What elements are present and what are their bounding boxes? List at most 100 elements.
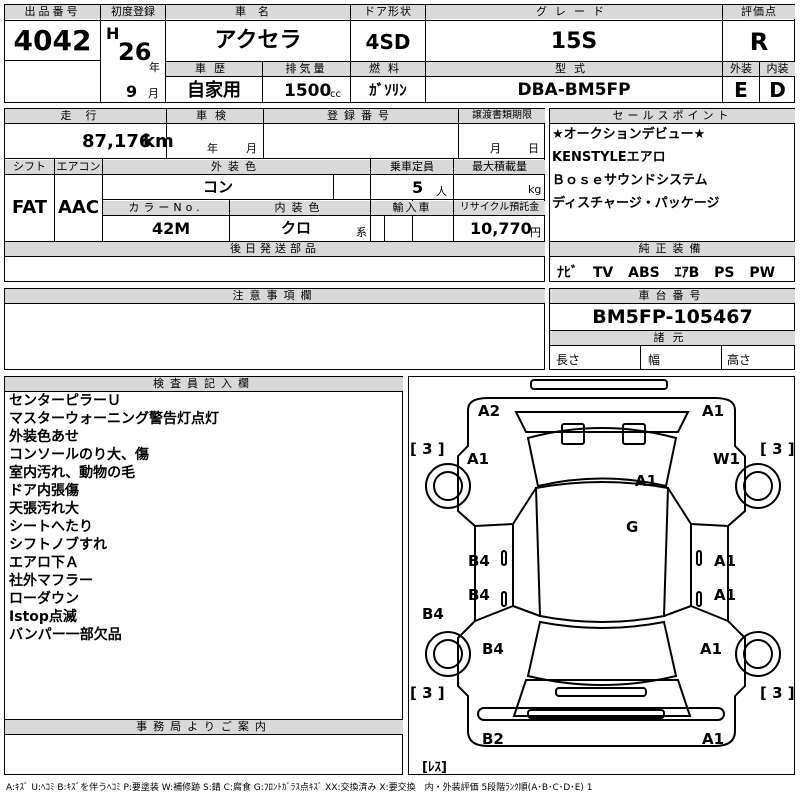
displacement: 1500	[284, 81, 332, 101]
header-equipment: 純正装備	[550, 242, 795, 256]
equipment-item: ｴｱB	[674, 265, 700, 281]
color-no-value: 42M	[152, 219, 191, 238]
recycle-unit: 円	[530, 226, 541, 239]
tread-label-front-right: [ 3 ]	[760, 440, 795, 458]
sales-point-item: ★オークションデビュー★	[552, 127, 706, 142]
mark-rocker-left: B4	[422, 605, 444, 623]
shift-value: FAT	[11, 197, 48, 218]
reg-year: 26	[118, 38, 152, 66]
score: R	[749, 28, 769, 56]
equipment-item: TV	[592, 265, 614, 281]
header-max-load: 最大積載量	[454, 160, 545, 174]
deadline-month-unit: 月	[490, 142, 501, 155]
displacement-unit: cc	[330, 89, 341, 100]
inspector-note: 天張汚れ大	[9, 501, 79, 517]
recycle-value: 10,770	[470, 219, 532, 238]
exterior-grade: E	[734, 78, 748, 102]
header-history: 車歴	[166, 62, 262, 76]
header-mileage: 走行	[5, 109, 166, 123]
header-chassis: 車台番号	[550, 289, 795, 303]
header-first-reg: 初度登録	[101, 5, 165, 19]
mark-fender-right: W1	[713, 450, 740, 468]
inspector-note: コンソールのり大、傷	[9, 447, 149, 463]
month-unit: 月	[148, 87, 159, 100]
model-code: DBA-BM5FP	[517, 80, 631, 100]
header-color-no: カラーNo.	[103, 201, 229, 215]
header-interior: 内装	[760, 62, 795, 76]
capacity-unit: 人	[436, 185, 447, 198]
header-recycle: リサイクル預託金	[454, 201, 545, 215]
tread-label-front-left: [ 3 ]	[410, 440, 445, 458]
mark-rear-left: B2	[482, 730, 504, 748]
inspector-note: Istop点滅	[9, 609, 77, 625]
legend: A:ｷｽﾞ U:ﾍｺﾐ B:ｷｽﾞを伴うﾍｺﾐ P:要塗装 W:補修跡 S:錆 …	[6, 783, 593, 793]
car-diagram: [ 3 ] [ 3 ] [ 3 ] [ 3 ] [ﾚｽ] A2 A1 A1 W1…	[410, 379, 795, 775]
reg-month: 9	[126, 82, 138, 101]
inspector-note: シートへたり	[9, 519, 93, 535]
capacity-value: 5	[412, 178, 424, 197]
int-color-value: クロ	[281, 219, 312, 237]
inspection-month-unit: 月	[246, 142, 257, 155]
header-reg-no: 登録番号	[264, 109, 458, 123]
header-dimensions: 諸元	[550, 331, 795, 345]
mark-front-door-right: A1	[714, 552, 736, 570]
header-shift: シフト	[5, 160, 54, 174]
history: 自家用	[187, 80, 241, 101]
load-unit: kg	[528, 183, 542, 196]
header-exterior: 外装	[723, 62, 759, 76]
mark-rear-fender-right: A1	[700, 640, 722, 658]
sales-point-item: KENSTYLEエアロ	[552, 150, 666, 165]
mark-front-left: A2	[478, 402, 500, 420]
mark-rear-fender-left: B4	[482, 640, 504, 658]
header-lot-no: 出品番号	[5, 5, 100, 19]
inspector-note: 外装色あせ	[9, 429, 79, 445]
header-notes: 注意事項欄	[5, 289, 545, 303]
inspector-note: バンパー一部欠品	[9, 627, 122, 643]
mark-hood: A1	[635, 472, 657, 490]
equipment-item: PW	[749, 265, 776, 281]
deadline-day-unit: 日	[528, 142, 539, 155]
inspector-note: ローダウン	[9, 591, 79, 607]
grade: 15S	[550, 29, 598, 54]
height-label: 高さ	[727, 353, 752, 367]
inspector-note: 室内汚れ、動物の毛	[9, 465, 136, 481]
header-office: 事務局よりご案内	[5, 720, 403, 734]
mark-front-door-left: B4	[468, 552, 490, 570]
ext-color-value: コン	[202, 178, 233, 196]
header-score: 評価点	[723, 5, 795, 19]
aircon-value: AAC	[57, 197, 100, 218]
header-sales-points: セールスポイント	[550, 109, 795, 123]
mark-front-right: A1	[702, 402, 724, 420]
length-label: 長さ	[556, 353, 581, 367]
header-later-parts: 後日発送部品	[5, 242, 545, 256]
chassis-number: BM5FP-105467	[592, 306, 753, 328]
inspector-note: エアロ下Ａ	[9, 555, 79, 571]
spare-tire-label: [ﾚｽ]	[422, 760, 447, 775]
tread-label-rear-left: [ 3 ]	[410, 684, 445, 702]
mark-roof: G	[626, 518, 638, 536]
equipment-item: PS	[714, 265, 735, 281]
header-aircon: エアコン	[55, 160, 102, 174]
header-inspection: 車検	[167, 109, 263, 123]
inspector-note: マスターウォーニング警告灯点灯	[9, 411, 219, 427]
header-int-color: 内装色	[230, 201, 370, 215]
header-door: ドア形状	[351, 5, 425, 19]
inspector-note: センターピラーＵ	[9, 393, 121, 409]
lot-number: 4042	[13, 24, 92, 57]
inspector-note: ドア内張傷	[9, 483, 79, 499]
fuel: ｶﾞｿﾘﾝ	[369, 81, 407, 99]
mileage-value: 87,176	[82, 131, 152, 152]
mileage-unit: km	[143, 131, 174, 152]
sales-points-list: ★オークションデビュー★ KENSTYLEエアロ Ｂｏｓｅサウンドシステム ディ…	[552, 128, 794, 220]
tread-label-rear-right: [ 3 ]	[760, 684, 795, 702]
inspector-notes-list: センターピラーＵ マスターウォーニング警告灯点灯 外装色あせ コンソールのり大、…	[9, 394, 399, 646]
header-car-name: 車名	[166, 5, 350, 19]
header-ext-color: 外装色	[103, 160, 370, 174]
mark-fender-left: A1	[467, 450, 489, 468]
header-displacement: 排気量	[263, 62, 350, 76]
inspector-note: 社外マフラー	[9, 573, 93, 589]
inspection-year-unit: 年	[207, 142, 218, 155]
header-grade: グレード	[426, 5, 722, 19]
header-transfer: 譲渡書類期限	[459, 109, 545, 123]
int-color-suffix: 系	[356, 226, 367, 239]
